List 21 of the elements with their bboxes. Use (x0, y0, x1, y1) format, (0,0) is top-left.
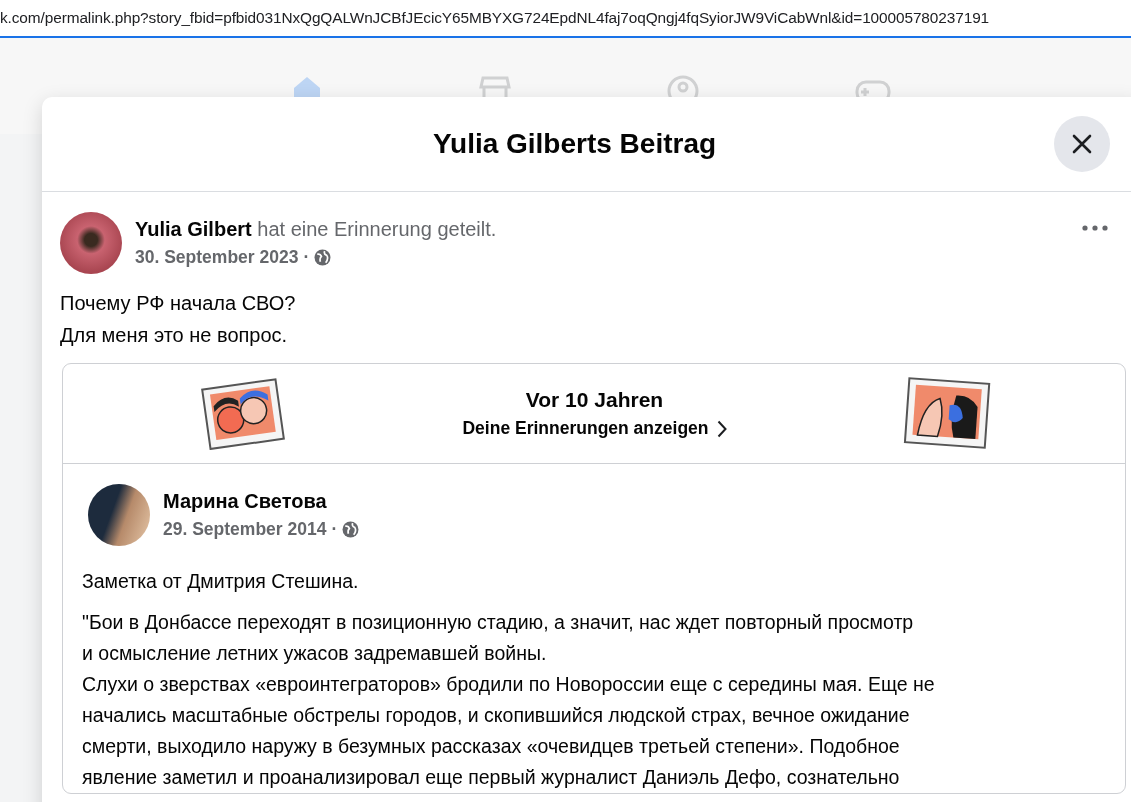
separator-dot: · (331, 519, 338, 540)
address-bar[interactable]: k.com/permalink.php?story_fbid=pfbid031NxQgQALWnJCBfJEcicY65MBYXG724EpdNL4faj7oqQngj4fqSyiorJW9ViCabWnl&id=100005780237191 (0, 0, 1131, 38)
globe-icon (342, 521, 360, 538)
dialog-title: Yulia Gilberts Beitrag (432, 128, 717, 160)
more-icon (1082, 225, 1108, 231)
url-text: k.com/permalink.php?story_fbid=pfbid031NxQgQALWnJCBfJEcicY65MBYXG724EpdNL4faj7oqQngj4fqSyiorJW9ViCabWnl&id=100005780237191 (0, 9, 990, 27)
author-name[interactable]: Марина Светова (163, 490, 327, 512)
post-text: Почему РФ начала СВО? Для меня это не вопрос. (60, 291, 297, 348)
show-memories-link[interactable]: Deine Erinnerungen anzeigen (462, 418, 727, 439)
globe-icon (314, 249, 332, 266)
close-button[interactable] (1054, 116, 1110, 172)
action-text: hat eine Erinnerung geteilt. (257, 218, 497, 240)
memory-heading: Vor 10 Jahren (525, 388, 664, 412)
separator-dot: · (303, 247, 310, 268)
close-icon (1071, 133, 1093, 155)
post-date[interactable]: 30. September 2023 (135, 247, 299, 268)
post-paragraph: Заметка от Дмитрия Стешина. (82, 569, 360, 594)
author-name[interactable]: Yulia Gilbert (135, 218, 252, 240)
post-date[interactable]: 29. September 2014 (163, 519, 327, 540)
post-paragraph: "Бои в Донбассе переходят в позиционную стадию, а значит, нас ждет повторный просмотр и осмысление летних ужасов задремавшей войны. Слухи о зверствах «евроинтеграторов» бродили по Новороссии еще с середины мая. Еще не начались масштабные обстрелы городов, и скопившийся людской страх, вечное ожидание смерти, выходило наружу в безумных рассказах «очевидцев третьей степени». Подобное явление заметил и проанализировал еще первый журналист Даниэль Дефо, сознательно (82, 610, 936, 790)
chevron-right-icon (716, 419, 727, 438)
